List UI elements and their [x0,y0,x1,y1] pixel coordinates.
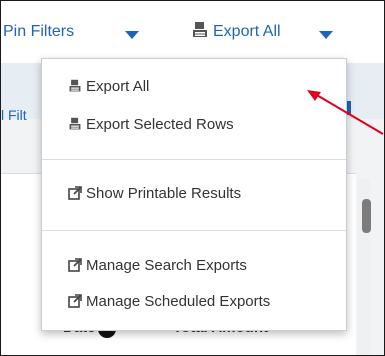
export-icon [69,79,81,92]
menu-item-export-all[interactable]: Export All [68,78,149,95]
menu-item-manage-search-exports[interactable]: Manage Search Exports [68,257,247,274]
screenshot-frame: Pin Filters Export All l Filt Date Total… [0,0,385,356]
filter-link-fragment[interactable]: l Filt [1,107,27,123]
external-link-icon [68,186,82,200]
menu-divider [42,230,346,231]
export-all-button[interactable]: Export All [213,23,281,41]
menu-item-export-selected-rows[interactable]: Export Selected Rows [68,116,234,133]
annotation-arrow-icon [307,90,384,135]
menu-item-label: Export All [86,78,150,95]
menu-item-label: Manage Scheduled Exports [86,293,271,310]
external-link-icon [68,294,82,308]
menu-item-manage-scheduled-exports[interactable]: Manage Scheduled Exports [68,293,270,310]
export-icon [193,22,207,37]
export-icon [69,117,81,130]
pin-filters-button[interactable]: Pin Filters [3,23,74,41]
menu-item-label: Manage Search Exports [86,257,247,274]
toolbar: Pin Filters Export All [1,1,384,63]
menu-item-label: Show Printable Results [86,185,242,202]
chevron-down-icon[interactable] [125,31,139,39]
scrollbar-thumb[interactable] [362,199,371,233]
menu-divider [42,159,346,160]
menu-item-label: Export Selected Rows [86,116,234,133]
external-link-icon [68,258,82,272]
chevron-down-icon[interactable] [319,31,333,39]
menu-item-show-printable-results[interactable]: Show Printable Results [68,185,241,202]
